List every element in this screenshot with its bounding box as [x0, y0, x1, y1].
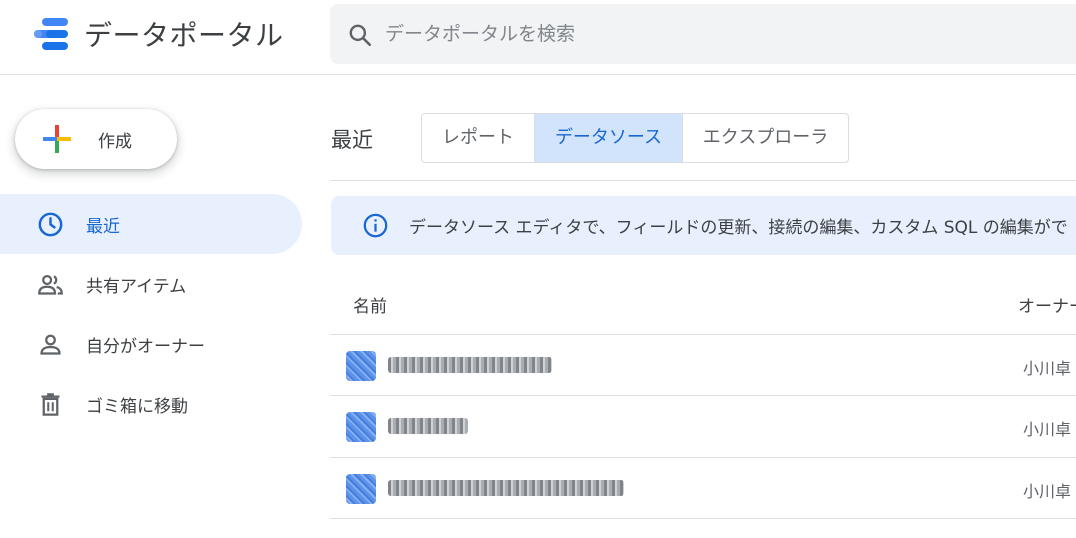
sidebar-item-label: 共有アイテム — [86, 277, 187, 297]
divider — [330, 180, 1076, 181]
data-source-icon — [346, 351, 376, 381]
table-row[interactable]: 小川卓 — [330, 334, 1076, 395]
redacted-name — [388, 418, 468, 434]
sidebar-item-trash[interactable]: ゴミ箱に移動 — [0, 374, 302, 434]
people-icon — [38, 274, 63, 295]
create-button[interactable]: 作成 — [15, 109, 177, 169]
clock-icon — [38, 212, 63, 237]
data-source-icon — [346, 474, 376, 504]
search-input[interactable] — [385, 4, 1065, 64]
info-icon — [363, 213, 388, 238]
data-portal-logo-icon[interactable] — [32, 17, 70, 51]
sidebar-item-label: 自分がオーナー — [86, 337, 205, 357]
search-bar[interactable] — [330, 4, 1076, 64]
data-source-icon — [346, 412, 376, 442]
column-header-owner[interactable]: オーナー — [1018, 292, 1076, 317]
app-header: データポータル — [0, 0, 1076, 75]
plus-icon — [43, 125, 71, 153]
sidebar-item-label: 最近 — [86, 217, 120, 237]
redacted-name — [388, 357, 552, 373]
table-row[interactable]: 小川卓 — [330, 457, 1076, 518]
page-title: 最近 — [331, 128, 373, 152]
row-owner: 小川卓 — [1023, 420, 1072, 439]
sidebar-item-recent[interactable]: 最近 — [0, 194, 302, 254]
person-icon — [40, 334, 61, 355]
trash-icon — [41, 393, 60, 416]
sidebar-item-label: ゴミ箱に移動 — [86, 397, 188, 417]
column-header-name[interactable]: 名前 — [353, 292, 387, 317]
sidebar-item-owned-by-me[interactable]: 自分がオーナー — [0, 314, 302, 374]
search-icon — [349, 24, 372, 47]
tab-reports[interactable]: レポート — [422, 114, 535, 162]
info-banner-text: データソース エディタで、フィールドの更新、接続の編集、カスタム SQL の編集… — [409, 218, 1068, 238]
tab-group: レポート データソース エクスプローラ — [421, 113, 849, 163]
info-banner: データソース エディタで、フィールドの更新、接続の編集、カスタム SQL の編集… — [331, 196, 1076, 255]
row-owner: 小川卓 — [1023, 482, 1072, 501]
redacted-name — [388, 480, 624, 496]
tab-explorer[interactable]: エクスプローラ — [683, 114, 848, 162]
create-label: 作成 — [98, 132, 132, 152]
sidebar-item-shared[interactable]: 共有アイテム — [0, 254, 302, 314]
divider — [330, 518, 1076, 519]
table-row[interactable]: 小川卓 — [330, 395, 1076, 456]
app-title: データポータル — [84, 19, 284, 52]
row-owner: 小川卓 — [1023, 359, 1072, 378]
tab-data-sources[interactable]: データソース — [535, 114, 683, 162]
